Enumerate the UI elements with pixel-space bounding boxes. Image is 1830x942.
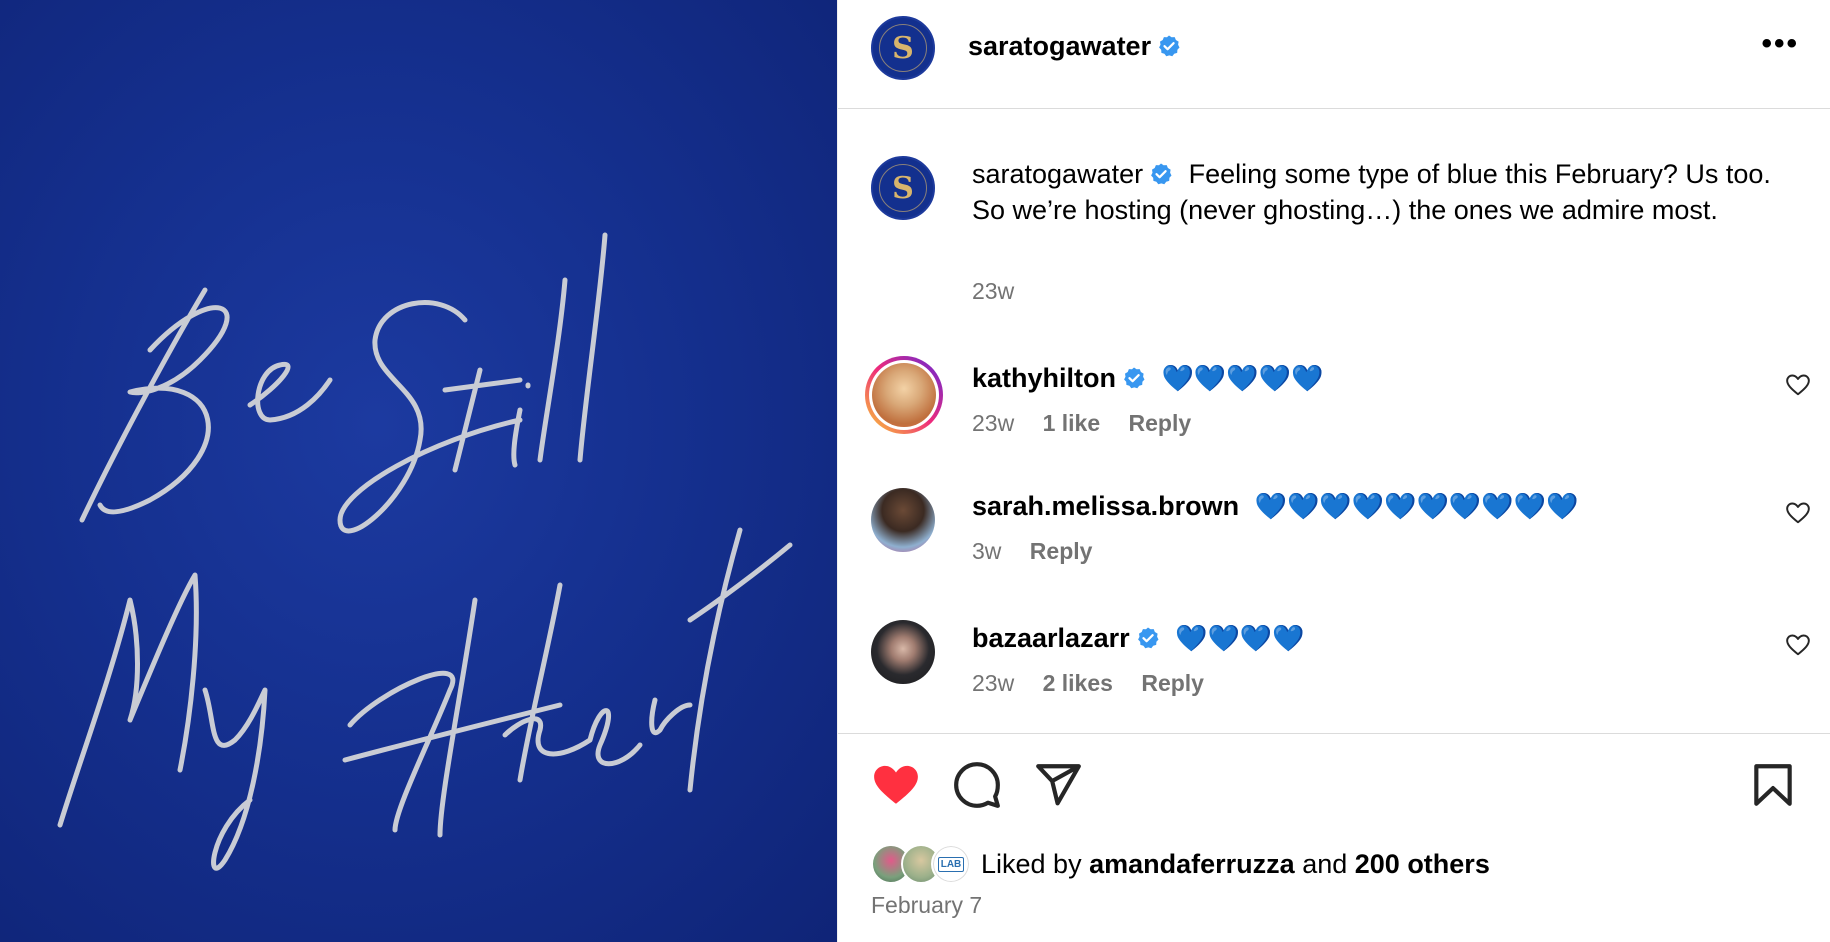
lab-badge-text: LAB <box>937 856 965 872</box>
caption-timestamp[interactable]: 23w <box>972 278 1014 305</box>
comment-text: kathyhilton 💙💙💙💙💙 <box>972 360 1323 396</box>
caption-username-text[interactable]: saratogawater <box>972 159 1143 189</box>
verified-badge-icon <box>1124 367 1145 389</box>
commenter-username[interactable]: bazaarlazarr <box>972 623 1130 653</box>
comment-reply-button[interactable]: Reply <box>1141 670 1204 696</box>
comment-body: 💙💙💙💙 <box>1175 623 1305 653</box>
caption-author-avatar[interactable]: S <box>871 156 935 220</box>
comment-item: kathyhilton 💙💙💙💙💙 23w 1 like Reply <box>838 356 1830 470</box>
verified-badge-icon <box>1137 627 1159 649</box>
commenter-username[interactable]: sarah.melissa.brown <box>972 491 1239 521</box>
commenter-avatar[interactable] <box>871 620 935 684</box>
comment-reply-button[interactable]: Reply <box>1129 410 1192 436</box>
verified-badge-icon <box>1159 35 1180 57</box>
comment-meta: 3w Reply <box>972 538 1114 565</box>
author-username-text[interactable]: saratogawater <box>968 31 1151 61</box>
comment-likes-count[interactable]: 2 likes <box>1043 670 1113 696</box>
comment-item: bazaarlazarr 💙💙💙💙 23w 2 likes Reply <box>838 620 1830 730</box>
comment-timestamp[interactable]: 23w <box>972 670 1014 696</box>
liked-by-others[interactable]: 200 others <box>1355 849 1490 880</box>
liker-avatar[interactable]: LAB <box>931 844 971 884</box>
share-send-icon[interactable] <box>1033 760 1083 810</box>
comment-meta: 23w 2 likes Reply <box>972 670 1226 697</box>
commenter-username[interactable]: kathyhilton <box>972 363 1116 393</box>
liked-by-prefix: Liked by <box>981 848 1082 879</box>
comment-timestamp[interactable]: 23w <box>972 410 1014 436</box>
comments-section[interactable]: S saratogawater Feeling some type of blu… <box>838 110 1830 732</box>
comment-item: sarah.melissa.brown 💙💙💙💙💙💙💙💙💙💙 3w Reply <box>838 488 1830 598</box>
commenter-avatar[interactable] <box>871 488 935 552</box>
post-header: S saratogawater ••• <box>838 0 1830 109</box>
caption-text-block: saratogawater Feeling some type of blue … <box>972 156 1802 228</box>
like-heart-icon[interactable] <box>871 760 921 810</box>
liked-by-avatars[interactable]: LAB <box>871 844 973 884</box>
author-avatar[interactable]: S <box>871 16 935 80</box>
liked-by-row: LAB Liked by amandaferruzza and 200 othe… <box>871 842 1490 886</box>
caption-username[interactable]: saratogawater <box>972 159 1173 189</box>
save-bookmark-icon[interactable] <box>1748 760 1798 810</box>
liked-by-username[interactable]: amandaferruzza <box>1089 849 1295 880</box>
post-image[interactable] <box>0 0 837 942</box>
comment-like-heart-icon[interactable] <box>1785 500 1811 526</box>
comment-likes-count[interactable]: 1 like <box>1043 410 1101 436</box>
post-actions: LAB Liked by amandaferruzza and 200 othe… <box>838 733 1830 942</box>
more-options-button[interactable]: ••• <box>1761 29 1799 59</box>
post-date[interactable]: February 7 <box>871 892 982 919</box>
comment-body: 💙💙💙💙💙 <box>1161 363 1324 393</box>
comment-like-heart-icon[interactable] <box>1785 632 1811 658</box>
verified-badge-icon <box>1151 163 1172 185</box>
comment-like-heart-icon[interactable] <box>1785 372 1811 398</box>
comment-bubble-icon[interactable] <box>952 760 1002 810</box>
script-lettering <box>57 232 793 871</box>
post-detail-panel: S saratogawater ••• S saratogawater Feel… <box>837 0 1830 942</box>
comment-text: sarah.melissa.brown 💙💙💙💙💙💙💙💙💙💙 <box>972 488 1578 524</box>
comment-timestamp[interactable]: 3w <box>972 538 1001 564</box>
comment-body: 💙💙💙💙💙💙💙💙💙💙 <box>1254 491 1579 521</box>
comment-reply-button[interactable]: Reply <box>1030 538 1093 564</box>
commenter-avatar[interactable] <box>865 356 943 434</box>
comment-text: bazaarlazarr 💙💙💙💙 <box>972 620 1305 656</box>
liked-by-and: and <box>1302 848 1348 879</box>
author-username[interactable]: saratogawater <box>968 31 1181 62</box>
comment-meta: 23w 1 like Reply <box>972 410 1213 437</box>
